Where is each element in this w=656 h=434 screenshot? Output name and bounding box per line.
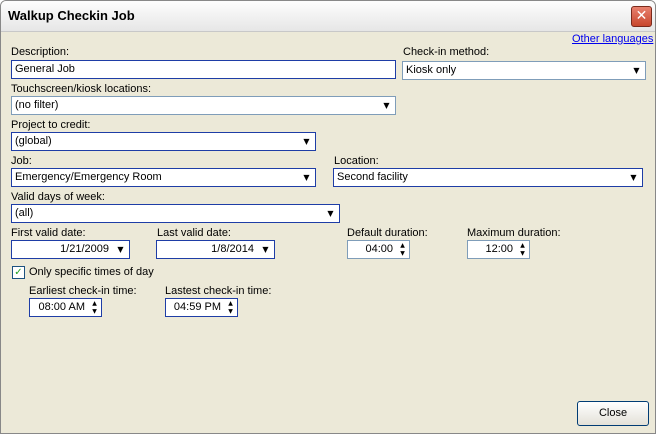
maximum-duration-stepper[interactable]: 12:00 ▲ ▼ <box>467 240 530 259</box>
description-input[interactable]: General Job <box>11 60 396 79</box>
chevron-down-icon[interactable]: ▼ <box>626 170 641 185</box>
checkin-method-label: Check-in method: <box>403 46 490 58</box>
maximum-duration-label: Maximum duration: <box>467 227 561 239</box>
latest-checkin-stepper[interactable]: 04:59 PM ▲ ▼ <box>165 298 238 317</box>
location-select[interactable]: Second facility ▼ <box>333 168 643 187</box>
spinner[interactable]: ▲ ▼ <box>397 242 408 257</box>
locations-label: Touchscreen/kiosk locations: <box>11 83 152 95</box>
chevron-down-icon[interactable]: ▼ <box>323 206 338 221</box>
earliest-checkin-label: Earliest check-in time: <box>29 285 137 297</box>
spin-down-icon[interactable]: ▼ <box>89 308 100 315</box>
valid-days-select[interactable]: (all) ▼ <box>11 204 340 223</box>
description-value: General Job <box>15 63 75 75</box>
spin-down-icon[interactable]: ▼ <box>517 250 528 257</box>
spinner[interactable]: ▲ ▼ <box>517 242 528 257</box>
chevron-down-icon[interactable]: ▼ <box>299 134 314 149</box>
chevron-down-icon[interactable]: ▼ <box>299 170 314 185</box>
last-valid-date-label: Last valid date: <box>157 227 231 239</box>
spin-up-icon[interactable]: ▲ <box>517 242 528 249</box>
first-valid-date-value: 1/21/2009 <box>60 243 109 255</box>
earliest-checkin-value: 08:00 AM <box>38 301 85 313</box>
last-valid-date-value: 1/8/2014 <box>211 243 254 255</box>
project-label: Project to credit: <box>11 119 91 131</box>
close-button[interactable]: Close <box>577 401 649 426</box>
default-duration-value: 04:00 <box>365 243 393 255</box>
spinner[interactable]: ▲ ▼ <box>225 300 236 315</box>
specific-times-checkbox[interactable]: ✓ <box>12 266 25 279</box>
specific-times-label[interactable]: Only specific times of day <box>29 266 154 278</box>
description-label: Description: <box>11 46 70 58</box>
locations-select[interactable]: (no filter) ▼ <box>11 96 396 115</box>
spin-down-icon[interactable]: ▼ <box>397 250 408 257</box>
job-label: Job: <box>11 155 32 167</box>
chevron-down-icon[interactable]: ▼ <box>113 242 128 257</box>
default-duration-label: Default duration: <box>347 227 428 239</box>
project-value: (global) <box>15 135 52 147</box>
job-value: Emergency/Emergency Room <box>15 171 162 183</box>
spin-up-icon[interactable]: ▲ <box>397 242 408 249</box>
default-duration-stepper[interactable]: 04:00 ▲ ▼ <box>347 240 410 259</box>
checkin-method-value: Kiosk only <box>406 64 457 76</box>
job-select[interactable]: Emergency/Emergency Room ▼ <box>11 168 316 187</box>
spin-down-icon[interactable]: ▼ <box>225 308 236 315</box>
title-bar: Walkup Checkin Job ✕ <box>1 1 655 32</box>
spinner[interactable]: ▲ ▼ <box>89 300 100 315</box>
dialog-window: Walkup Checkin Job ✕ Other languages Des… <box>0 0 656 434</box>
close-window-icon[interactable]: ✕ <box>631 6 652 27</box>
latest-checkin-value: 04:59 PM <box>173 301 221 313</box>
other-languages-link[interactable]: Other languages <box>572 33 653 45</box>
location-value: Second facility <box>337 171 408 183</box>
chevron-down-icon[interactable]: ▼ <box>258 242 273 257</box>
last-valid-date-picker[interactable]: 1/8/2014 ▼ <box>156 240 275 259</box>
first-valid-date-label: First valid date: <box>11 227 86 239</box>
project-select[interactable]: (global) ▼ <box>11 132 316 151</box>
window-title: Walkup Checkin Job <box>8 8 135 23</box>
latest-checkin-label: Lastest check-in time: <box>165 285 272 297</box>
checkin-method-select[interactable]: Kiosk only ▼ <box>402 61 646 80</box>
chevron-down-icon[interactable]: ▼ <box>379 98 394 113</box>
chevron-down-icon[interactable]: ▼ <box>629 63 644 78</box>
valid-days-label: Valid days of week: <box>11 191 105 203</box>
location-label: Location: <box>334 155 379 167</box>
maximum-duration-value: 12:00 <box>485 243 513 255</box>
locations-value: (no filter) <box>15 99 59 111</box>
first-valid-date-picker[interactable]: 1/21/2009 ▼ <box>11 240 130 259</box>
spin-up-icon[interactable]: ▲ <box>225 300 236 307</box>
spin-up-icon[interactable]: ▲ <box>89 300 100 307</box>
earliest-checkin-stepper[interactable]: 08:00 AM ▲ ▼ <box>29 298 102 317</box>
valid-days-value: (all) <box>15 207 34 219</box>
